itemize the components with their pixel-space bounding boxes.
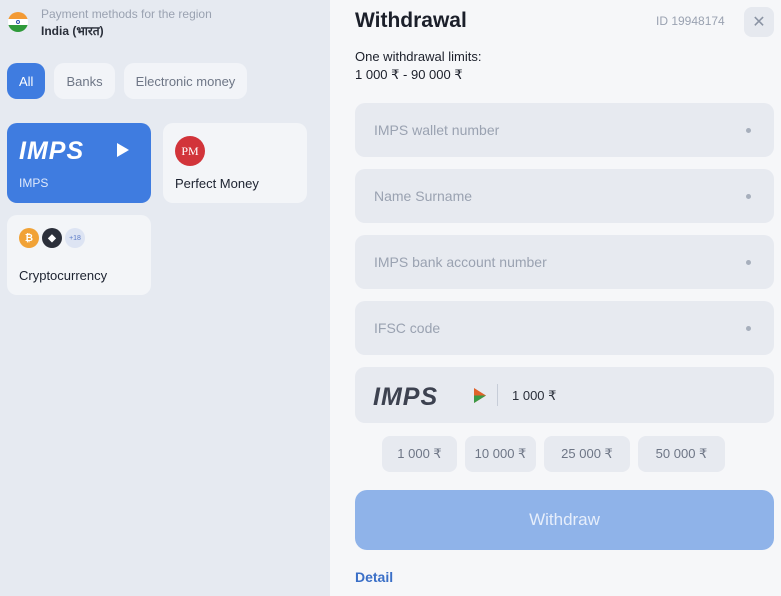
method-label-imps: IMPS	[19, 176, 49, 190]
name-surname-input[interactable]	[374, 188, 714, 204]
payment-methods-panel: Payment methods for the region India (भा…	[0, 0, 330, 596]
required-dot-icon	[746, 326, 751, 331]
region-name: India (भारत)	[41, 24, 104, 38]
amount-presets: 1 000 ₹ 10 000 ₹ 25 000 ₹ 50 000 ₹	[382, 436, 725, 472]
required-dot-icon	[746, 260, 751, 265]
india-flag-icon	[8, 12, 28, 32]
amount-divider	[497, 384, 498, 406]
withdrawal-panel: Withdrawal ID 19948174 ✕ One withdrawal …	[330, 0, 781, 596]
withdraw-button[interactable]: Withdraw	[355, 490, 774, 550]
preset-amount-button[interactable]: 1 000 ₹	[382, 436, 457, 472]
imps-wallet-field[interactable]	[355, 103, 774, 157]
close-button[interactable]: ✕	[744, 7, 774, 37]
limits-value: 1 000 ₹ - 90 000 ₹	[355, 67, 463, 82]
page-title: Withdrawal	[355, 9, 467, 32]
preset-amount-button[interactable]: 10 000 ₹	[465, 436, 536, 472]
name-surname-field[interactable]	[355, 169, 774, 223]
svg-text:IMPS: IMPS	[373, 383, 438, 408]
bank-account-input[interactable]	[374, 254, 714, 270]
method-label-perfect-money: Perfect Money	[175, 176, 259, 191]
ifsc-code-field[interactable]	[355, 301, 774, 355]
method-card-imps[interactable]: IMPS IMPS	[7, 123, 151, 203]
amount-field[interactable]: IMPS 1 000 ₹	[355, 367, 774, 423]
user-id: ID 19948174	[656, 14, 725, 28]
preset-amount-button[interactable]: 25 000 ₹	[544, 436, 630, 472]
required-dot-icon	[746, 194, 751, 199]
bitcoin-icon: ₿	[19, 228, 39, 248]
perfect-money-logo-icon: PM	[175, 136, 205, 166]
close-icon: ✕	[752, 14, 766, 31]
bank-account-field[interactable]	[355, 235, 774, 289]
region-caption: Payment methods for the region	[41, 7, 212, 21]
amount-value[interactable]: 1 000 ₹	[512, 388, 556, 404]
preset-amount-button[interactable]: 50 000 ₹	[638, 436, 725, 472]
imps-logo-icon: IMPS	[373, 383, 486, 408]
imps-logo-icon: IMPS	[19, 137, 129, 163]
filter-electronic-money[interactable]: Electronic money	[123, 63, 248, 99]
svg-text:IMPS: IMPS	[19, 137, 84, 163]
filter-banks[interactable]: Banks	[54, 63, 115, 99]
detail-link[interactable]: Detail	[355, 569, 393, 585]
more-coins-badge: +18	[65, 228, 85, 248]
filter-all[interactable]: All	[7, 63, 46, 99]
method-card-perfect-money[interactable]: PM Perfect Money	[163, 123, 307, 203]
region-selector[interactable]: Payment methods for the region India (भा…	[8, 7, 212, 39]
method-card-cryptocurrency[interactable]: ₿ ◆ +18 Cryptocurrency	[7, 215, 151, 295]
limits-label: One withdrawal limits:	[355, 49, 482, 64]
ethereum-icon: ◆	[42, 228, 62, 248]
imps-wallet-input[interactable]	[374, 122, 714, 138]
method-label-cryptocurrency: Cryptocurrency	[19, 268, 108, 283]
required-dot-icon	[746, 128, 751, 133]
ifsc-code-input[interactable]	[374, 320, 714, 336]
method-filters: All Banks Electronic money	[7, 63, 248, 99]
